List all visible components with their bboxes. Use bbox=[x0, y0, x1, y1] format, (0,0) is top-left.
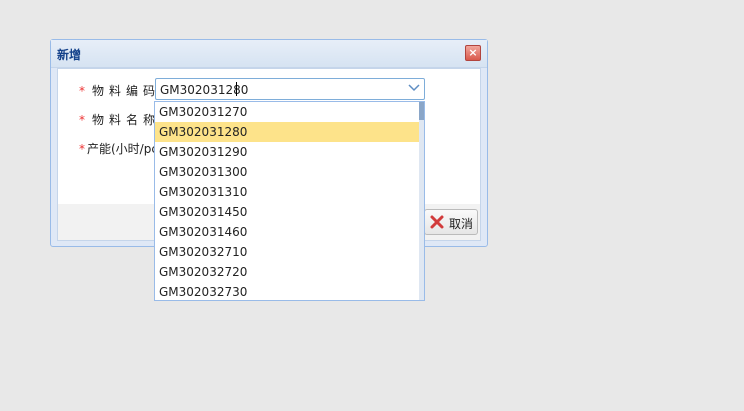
dropdown-item[interactable]: GM302032730 bbox=[155, 282, 419, 300]
dropdown-item[interactable]: GM302031460 bbox=[155, 222, 419, 242]
required-mark: * bbox=[79, 113, 90, 127]
material-code-combobox[interactable]: GM302031280 bbox=[155, 78, 425, 100]
cancel-button[interactable]: 取消 bbox=[424, 209, 478, 235]
dropdown-item-selected[interactable]: GM302031280 bbox=[155, 122, 419, 142]
text-caret bbox=[236, 82, 237, 96]
cancel-button-label: 取消 bbox=[449, 217, 474, 231]
required-mark: * bbox=[79, 84, 90, 98]
chevron-down-icon[interactable] bbox=[404, 79, 424, 99]
dropdown-item[interactable]: GM302031450 bbox=[155, 202, 419, 222]
dropdown-item[interactable]: GM302031270 bbox=[155, 102, 419, 122]
capacity-label-text: 产能(小时/pc bbox=[87, 142, 158, 156]
dialog-title: 新增 bbox=[57, 48, 82, 62]
dropdown-item[interactable]: GM302031300 bbox=[155, 162, 419, 182]
dropdown-scrollbar[interactable] bbox=[419, 102, 424, 300]
dropdown-item[interactable]: GM302032710 bbox=[155, 242, 419, 262]
material-code-dropdown: GM302031270 GM302031280 GM302031290 GM30… bbox=[154, 101, 425, 301]
close-x-icon bbox=[429, 214, 445, 230]
dropdown-scrollbar-thumb[interactable] bbox=[419, 102, 424, 120]
close-icon[interactable]: × bbox=[465, 45, 481, 61]
capacity-label: * 产能(小时/pc bbox=[79, 140, 158, 157]
required-mark: * bbox=[79, 142, 85, 156]
dialog-header: 新增 × bbox=[51, 40, 487, 68]
dropdown-item[interactable]: GM302031310 bbox=[155, 182, 419, 202]
dropdown-item[interactable]: GM302031290 bbox=[155, 142, 419, 162]
dropdown-item[interactable]: GM302032720 bbox=[155, 262, 419, 282]
dropdown-list: GM302031270 GM302031280 GM302031290 GM30… bbox=[155, 102, 419, 300]
